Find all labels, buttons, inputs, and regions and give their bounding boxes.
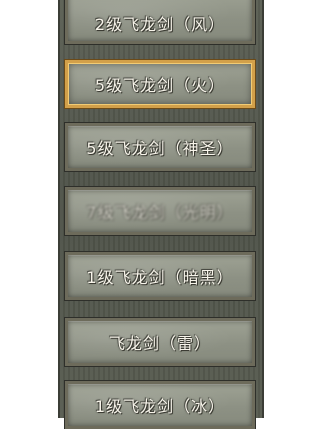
left-margin [0, 0, 58, 418]
item-label: 5级飞龙剑（神圣） [86, 139, 234, 158]
item-button-fire-sword[interactable]: 5级飞龙剑（火） [64, 59, 256, 109]
item-label: 7级飞龙剑（光明） [86, 203, 234, 222]
item-label: 1级飞龙剑（冰） [94, 397, 226, 416]
item-label: 5级飞龙剑（火） [94, 76, 226, 95]
right-margin [264, 0, 320, 418]
item-button-wind-sword[interactable]: 2级飞龙剑（风） [64, 0, 256, 45]
item-button-dark-sword[interactable]: 1级飞龙剑（暗黑） [64, 251, 256, 301]
item-button-light-sword[interactable]: 7级飞龙剑（光明） [64, 186, 256, 236]
item-label: 2级飞龙剑（风） [94, 15, 226, 34]
item-button-thunder-sword[interactable]: 飞龙剑（雷） [64, 317, 256, 367]
item-label: 飞龙剑（雷） [108, 334, 211, 353]
item-button-ice-sword[interactable]: 1级飞龙剑（冰） [64, 380, 256, 429]
item-button-holy-sword[interactable]: 5级飞龙剑（神圣） [64, 122, 256, 172]
item-label: 1级飞龙剑（暗黑） [86, 268, 234, 287]
